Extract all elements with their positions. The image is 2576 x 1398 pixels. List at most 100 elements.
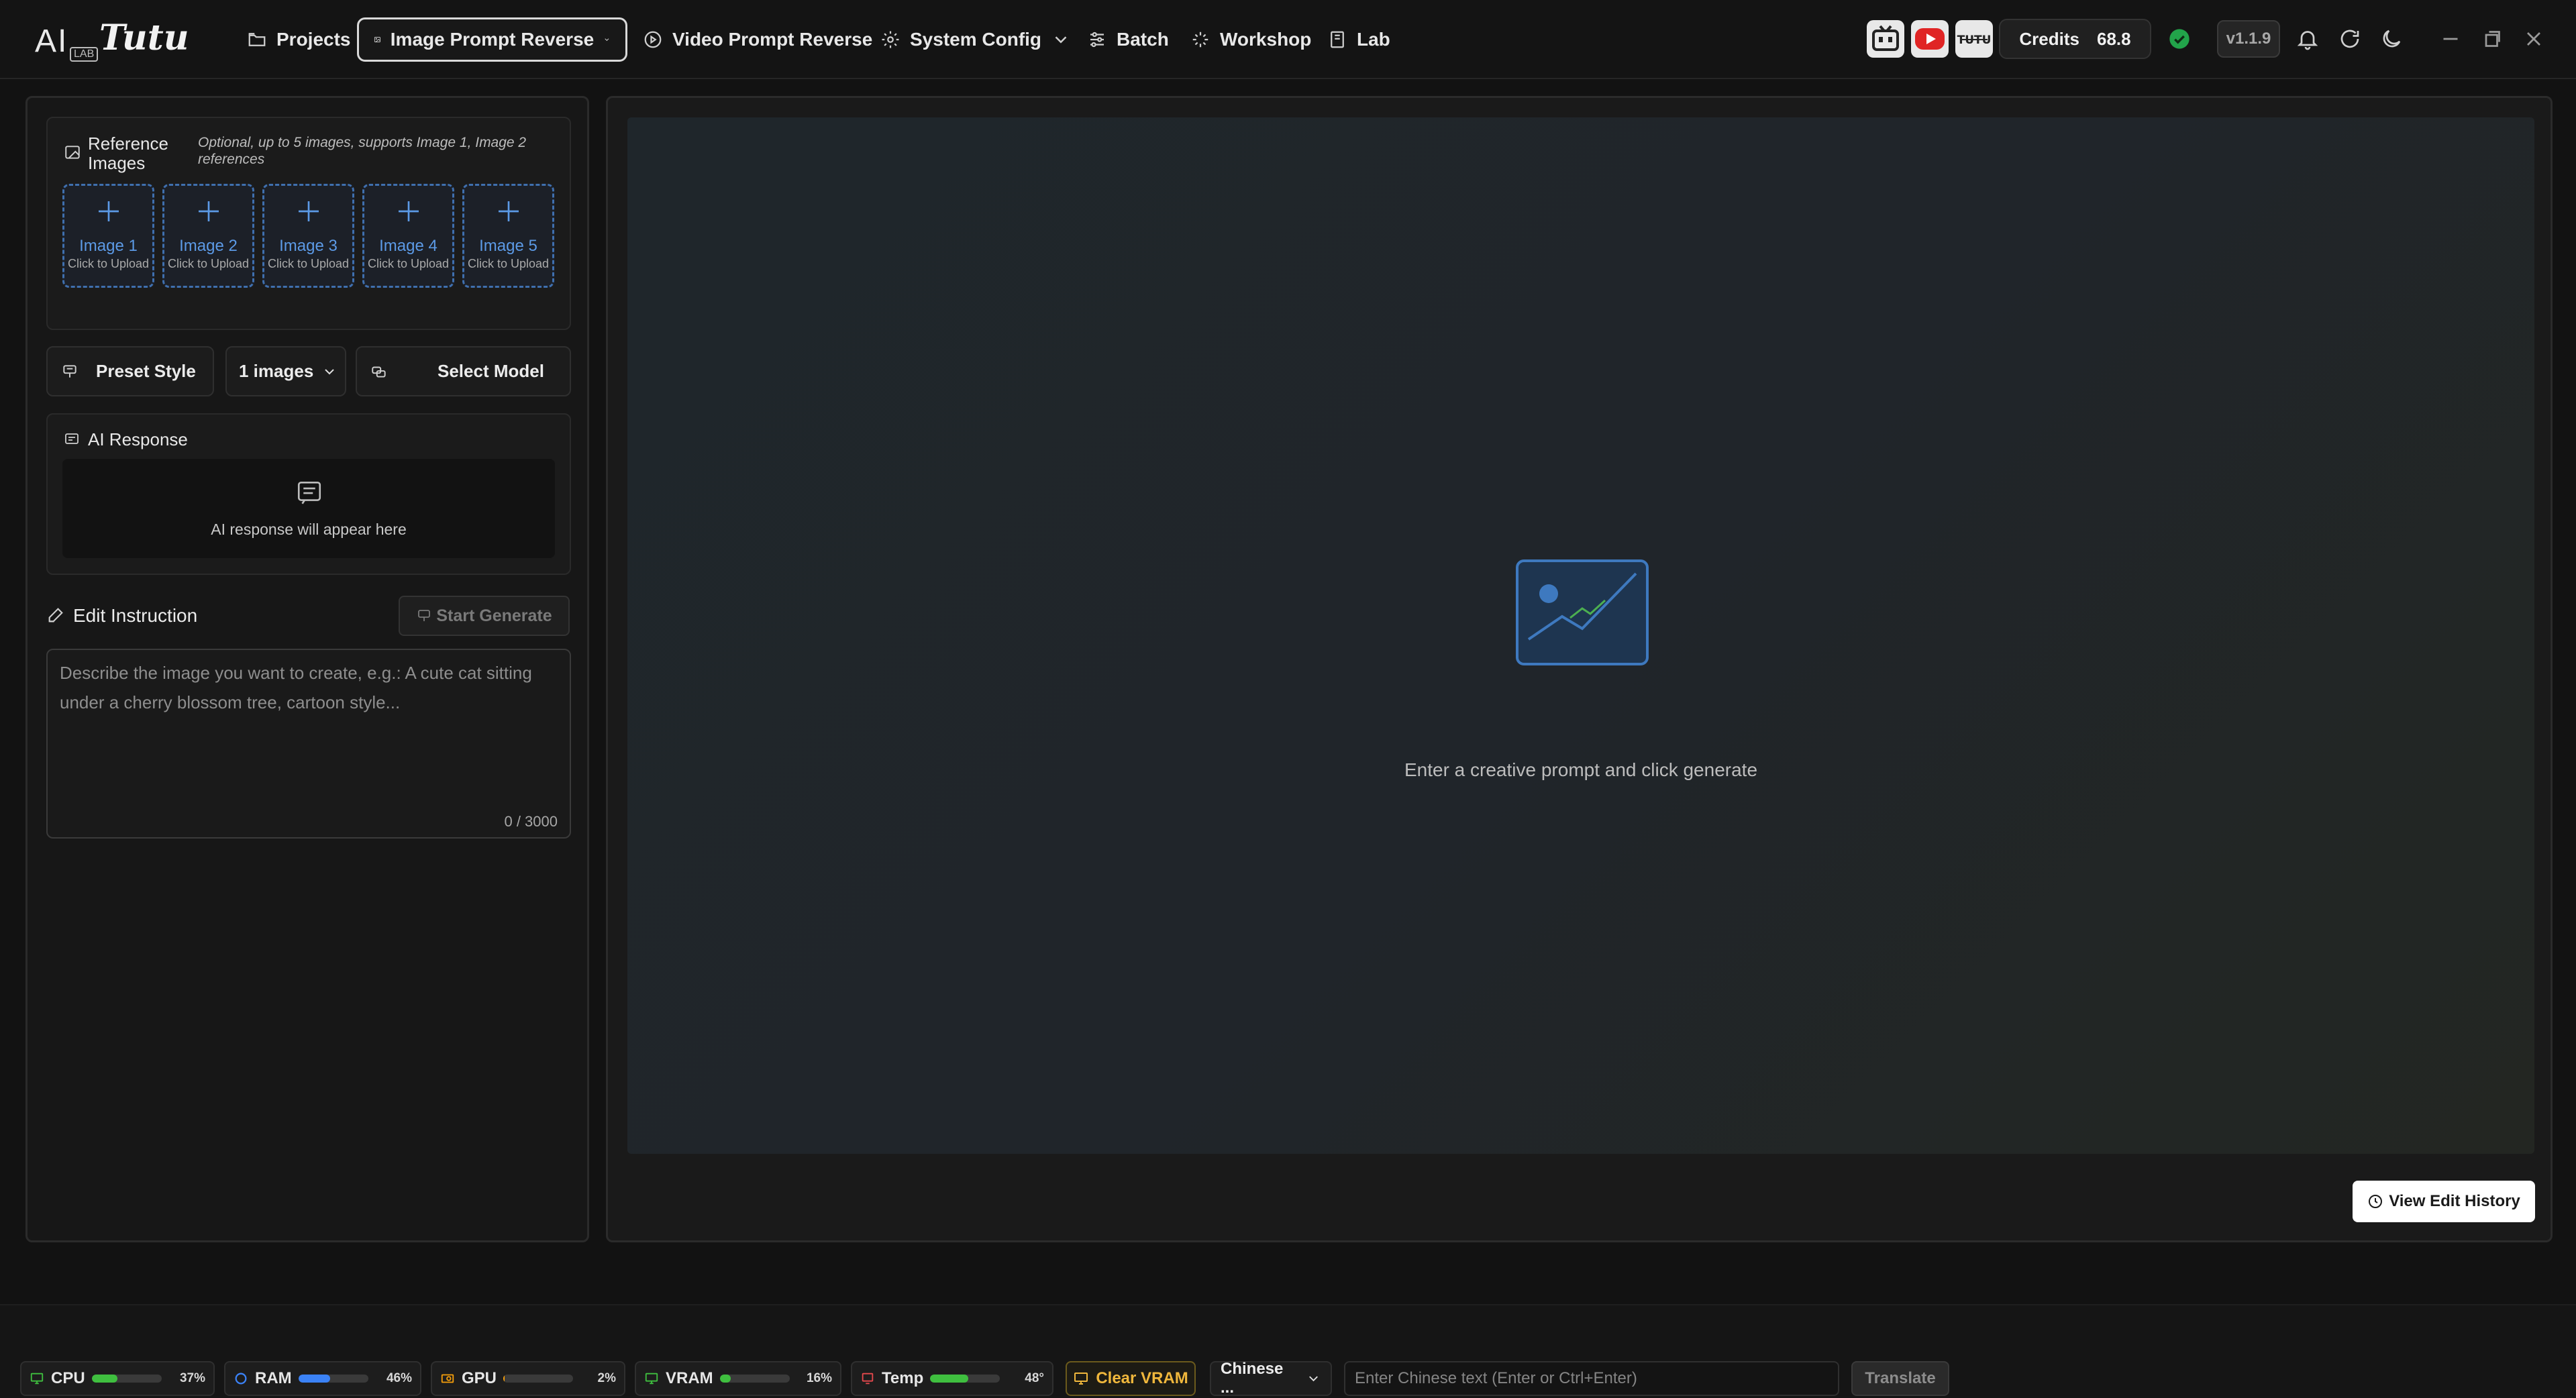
- moon-icon[interactable]: [2379, 27, 2404, 51]
- image-placeholder-icon: [1516, 559, 1649, 665]
- credits-label: Credits: [2019, 28, 2079, 49]
- upload-slot-label: Image 5: [479, 237, 537, 255]
- vram-label: VRAM: [666, 1369, 713, 1387]
- check-circle-icon: [2169, 29, 2189, 49]
- clock-icon: [2369, 1195, 2383, 1208]
- preview-canvas: Enter a creative prompt and click genera…: [627, 117, 2534, 1154]
- reference-images-hint: Optional, up to 5 images, supports Image…: [198, 135, 527, 167]
- nav-system-config-label: System Config: [910, 29, 1042, 50]
- language-select[interactable]: Chinese ...: [1210, 1360, 1332, 1397]
- reference-images-title: Reference Images: [88, 133, 168, 173]
- logo-name: Tutu: [99, 17, 189, 58]
- tutu-icon[interactable]: TUTU: [1955, 20, 1993, 58]
- credits-display[interactable]: Credits 68.8: [1999, 19, 2151, 59]
- language-value: Chinese ...: [1221, 1360, 1284, 1397]
- edit-instruction-textarea[interactable]: [48, 650, 570, 837]
- plus-icon: [198, 201, 219, 221]
- select-model-label: Select Model: [437, 361, 544, 381]
- nav-projects[interactable]: Projects: [232, 17, 366, 62]
- start-generate-label: Start Generate: [436, 606, 552, 625]
- clear-vram-button[interactable]: Clear VRAM: [1066, 1361, 1196, 1396]
- nav-image-prompt-reverse[interactable]: Image Prompt Reverse: [357, 17, 627, 62]
- gpu-bar-fill: [503, 1375, 505, 1383]
- ai-response-title: AI Response: [88, 429, 188, 449]
- app-logo[interactable]: AI LAB Tutu: [35, 17, 189, 62]
- nav-lab[interactable]: Lab: [1312, 17, 1405, 62]
- upload-slot-hint: Click to Upload: [267, 257, 350, 270]
- upload-slot-5[interactable]: Image 5 Click to Upload: [462, 184, 554, 288]
- nav-workshop[interactable]: Workshop: [1176, 17, 1326, 62]
- vram-bar: [719, 1375, 790, 1383]
- layers-icon: [372, 366, 386, 378]
- sliders-icon: [1090, 32, 1104, 48]
- upload-slot-4[interactable]: Image 4 Click to Upload: [362, 184, 454, 288]
- cpu-bar-fill: [91, 1375, 118, 1383]
- youtube-icon[interactable]: [1911, 20, 1949, 58]
- right-panel: Enter a creative prompt and click genera…: [606, 96, 2553, 1242]
- maximize-icon[interactable]: [2480, 27, 2504, 51]
- pencil-icon: [48, 608, 63, 623]
- upload-slot-1[interactable]: Image 1 Click to Upload: [62, 184, 154, 288]
- message-icon: [65, 433, 79, 444]
- gpu-percent: 2%: [597, 1371, 616, 1385]
- circle-icon: [235, 1373, 247, 1385]
- bilibili-icon[interactable]: [1867, 20, 1904, 58]
- translate-input[interactable]: [1344, 1361, 1839, 1396]
- sparkle-icon: [418, 610, 431, 621]
- ram-label: RAM: [255, 1369, 292, 1387]
- nav-system-config[interactable]: System Config: [866, 17, 1086, 62]
- preset-style-button[interactable]: Preset Style: [46, 346, 214, 396]
- upload-slot-3[interactable]: Image 3 Click to Upload: [262, 184, 354, 288]
- upload-slot-label: Image 1: [79, 237, 138, 255]
- gear-icon: [882, 31, 899, 48]
- nav-batch[interactable]: Batch: [1072, 17, 1184, 62]
- temp-monitor: Temp 48°: [851, 1361, 1053, 1396]
- plus-icon: [498, 201, 519, 221]
- vram-monitor: VRAM 16%: [635, 1361, 841, 1396]
- select-model-button[interactable]: Select Model: [356, 346, 571, 396]
- credits-value: 68.8: [2096, 28, 2131, 49]
- plus-icon: [98, 201, 119, 221]
- gpu-bar: [503, 1375, 574, 1383]
- image-count-select[interactable]: 1 images: [225, 346, 346, 396]
- version-badge[interactable]: v1.1.9: [2217, 20, 2280, 58]
- gpu-label: GPU: [462, 1369, 497, 1387]
- start-generate-button[interactable]: Start Generate: [399, 596, 570, 636]
- close-icon[interactable]: [2522, 27, 2546, 51]
- nav-lab-label: Lab: [1357, 29, 1390, 50]
- vram-bar-fill: [719, 1375, 731, 1383]
- cpu-percent: 37%: [179, 1371, 205, 1385]
- monitor-icon: [30, 1373, 44, 1385]
- nav-batch-label: Batch: [1117, 29, 1169, 50]
- top-header: AI LAB Tutu Projects Image Prompt Revers…: [0, 0, 2576, 79]
- monitor-icon: [645, 1373, 658, 1385]
- logo-lab-badge: LAB: [70, 47, 99, 62]
- upload-slot-label: Image 4: [379, 237, 437, 255]
- ai-response-box: AI response will appear here: [62, 459, 555, 558]
- bell-icon[interactable]: [2296, 27, 2320, 51]
- view-edit-history-button[interactable]: View Edit History: [2353, 1181, 2535, 1222]
- plus-icon: [298, 201, 319, 221]
- vram-percent: 16%: [806, 1371, 832, 1385]
- sparkle-icon: [1192, 32, 1208, 48]
- temp-bar: [930, 1375, 1000, 1383]
- nav-video-prompt-reverse[interactable]: Video Prompt Reverse: [628, 17, 887, 62]
- upload-slot-2[interactable]: Image 2 Click to Upload: [162, 184, 254, 288]
- translate-button[interactable]: Translate: [1851, 1361, 1949, 1396]
- minimize-icon[interactable]: [2438, 27, 2463, 51]
- nav-image-prompt-reverse-label: Image Prompt Reverse: [390, 29, 595, 50]
- book-icon: [1331, 31, 1344, 48]
- clear-vram-label: Clear VRAM: [1096, 1369, 1188, 1387]
- refresh-icon[interactable]: [2338, 27, 2362, 51]
- gpu-icon: [441, 1374, 454, 1383]
- palette-icon: [63, 364, 76, 378]
- edit-instruction-field[interactable]: 0 / 3000: [46, 649, 571, 839]
- ram-percent: 46%: [386, 1371, 412, 1385]
- edit-instruction-title: Edit Instruction: [73, 605, 198, 626]
- gpu-monitor: GPU 2%: [431, 1361, 625, 1396]
- image-count-value: 1 images: [239, 361, 314, 381]
- thermometer-icon: [862, 1373, 874, 1385]
- left-panel: Reference Images Optional, up to 5 image…: [25, 96, 589, 1242]
- cpu-monitor: CPU 37%: [20, 1361, 215, 1396]
- cpu-label: CPU: [51, 1369, 85, 1387]
